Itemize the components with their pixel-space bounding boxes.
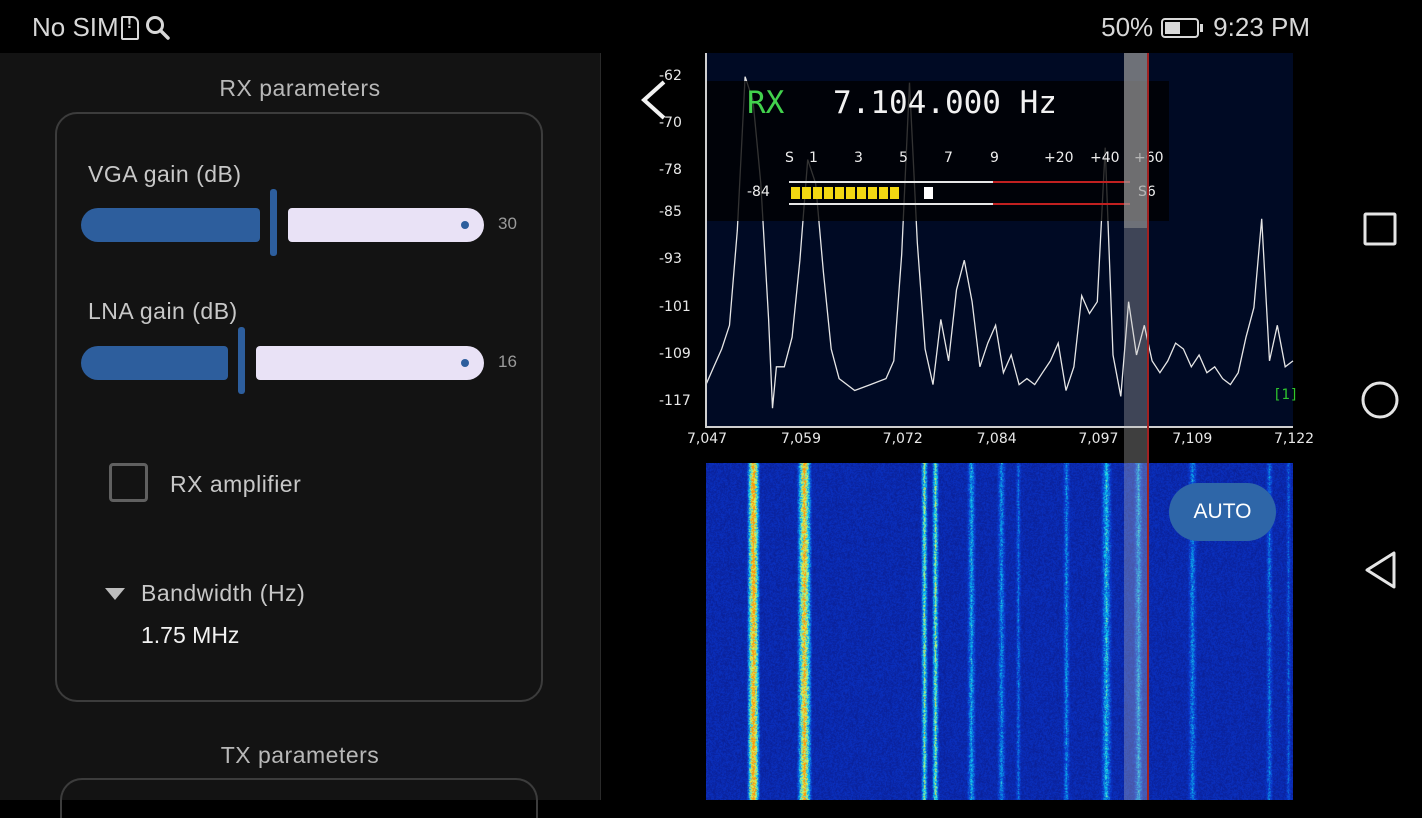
spectrum-view[interactable]: -62 -70 -78 -85 -93 -101 -109 -117 7,047 7,059 7,… — [601, 53, 1422, 800]
rx-mode-label: RX — [747, 85, 785, 121]
s-meter-scale-label: 3 — [854, 150, 863, 166]
status-left: No SIM — [32, 12, 171, 43]
sim-alert-icon — [120, 15, 139, 40]
home-icon[interactable] — [1360, 380, 1400, 420]
y-tick-label: -78 — [659, 162, 682, 179]
rx-amplifier-label[interactable]: RX amplifier — [170, 471, 301, 498]
frequency-display[interactable]: 7.104.000 Hz — [833, 85, 1057, 121]
rx-parameters-title: RX parameters — [219, 75, 381, 101]
tx-parameters-title: TX parameters — [220, 742, 380, 768]
recents-icon[interactable] — [1362, 211, 1398, 247]
s-meter-level-value: -84 — [747, 184, 770, 200]
y-tick-label: -101 — [659, 298, 691, 315]
lna-gain-end-dot — [461, 359, 469, 367]
lna-gain-slider[interactable] — [81, 327, 484, 394]
s-meter-scale-label: +20 — [1044, 150, 1074, 166]
lna-gain-value: 16 — [498, 352, 517, 371]
rx-parameters-card: VGA gain (dB) 30 LNA gain (dB) 16 RX amp… — [55, 112, 543, 702]
clock: 9:23 PM — [1213, 12, 1310, 42]
vga-gain-inactive-track — [288, 208, 484, 242]
s-meter-scale-label: 1 — [809, 150, 818, 166]
tuning-cursor-line — [1147, 53, 1149, 800]
vga-gain-active-track — [81, 208, 260, 242]
s-meter-segment — [835, 187, 844, 199]
s-meter-segment — [813, 187, 822, 199]
settings-panel[interactable]: RX parameters VGA gain (dB) 30 LNA gain … — [0, 53, 601, 818]
status-bar: No SIM 50% 9:23 PM — [0, 0, 1422, 53]
x-axis-line — [705, 426, 1293, 428]
s-meter-segment — [802, 187, 811, 199]
channel-tag: [1] — [1273, 387, 1299, 403]
x-tick-label: 7,047 — [687, 431, 728, 447]
s-meter-segment — [879, 187, 888, 199]
search-icon — [145, 15, 170, 40]
battery-icon — [1161, 17, 1204, 38]
y-tick-label: -117 — [659, 393, 691, 410]
s-meter-top-line-red — [993, 181, 1130, 183]
vga-gain-slider[interactable] — [81, 189, 484, 256]
y-tick-label: -109 — [659, 345, 691, 362]
back-chevron-icon[interactable] — [639, 79, 669, 121]
x-tick-label: 7,072 — [882, 431, 923, 447]
x-tick-label: 7,059 — [780, 431, 821, 447]
lna-gain-active-track — [81, 346, 228, 380]
lna-gain-thumb[interactable] — [238, 327, 245, 394]
s-meter-bottom-line-white — [789, 203, 993, 205]
lna-gain-label: LNA gain (dB) — [88, 298, 238, 324]
vga-gain-thumb[interactable] — [270, 189, 277, 256]
s-meter-scale-label: 9 — [990, 150, 999, 166]
battery-percent: 50% — [1101, 12, 1154, 42]
status-right: 50% 9:23 PM — [1101, 12, 1310, 43]
back-triangle-icon[interactable] — [1363, 550, 1399, 590]
lna-gain-inactive-track — [256, 346, 484, 380]
s-meter-scale-label: +40 — [1090, 150, 1120, 166]
s-meter-segment — [868, 187, 877, 199]
s-meter-peak-marker — [923, 187, 933, 199]
s-meter-scale-label: S — [785, 150, 794, 166]
s-meter-scale-label: 5 — [899, 150, 908, 166]
s-meter-segment — [857, 187, 866, 199]
carrier-text: No SIM — [32, 12, 119, 42]
vga-gain-label: VGA gain (dB) — [88, 161, 242, 187]
tuning-cursor-top — [1124, 53, 1148, 228]
s-meter-scale-label: 7 — [944, 150, 953, 166]
rx-amplifier-checkbox[interactable] — [109, 463, 148, 502]
s-meter-top-line-white — [789, 181, 993, 183]
x-tick-label: 7,084 — [976, 431, 1017, 447]
s-meter-segment — [791, 187, 800, 199]
s-meter-segment — [824, 187, 833, 199]
x-tick-label: 7,097 — [1078, 431, 1119, 447]
vga-gain-end-dot — [461, 221, 469, 229]
s-meter-segment — [890, 187, 899, 199]
x-tick-label: 7,109 — [1172, 431, 1213, 447]
y-tick-label: -93 — [659, 251, 682, 268]
s-meter-bottom-line-red — [993, 203, 1130, 205]
vga-gain-value: 30 — [498, 214, 517, 233]
bandwidth-expand-icon[interactable] — [105, 588, 125, 600]
x-tick-label: 7,122 — [1274, 431, 1315, 447]
bandwidth-label[interactable]: Bandwidth (Hz) — [141, 580, 305, 607]
bandwidth-value[interactable]: 1.75 MHz — [141, 622, 239, 649]
tx-parameters-card — [60, 778, 538, 818]
auto-button[interactable]: AUTO — [1169, 483, 1276, 541]
y-tick-label: -85 — [659, 203, 682, 220]
s-meter-segment — [846, 187, 855, 199]
